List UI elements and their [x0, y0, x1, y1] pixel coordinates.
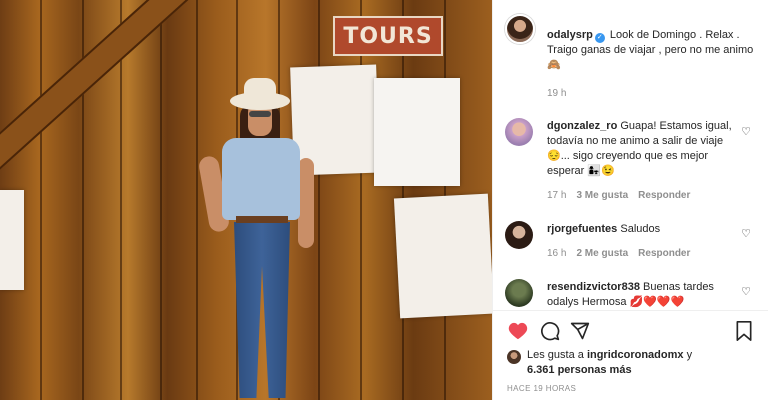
- paper-notice: [374, 78, 460, 186]
- post-time[interactable]: 19 h: [547, 88, 566, 99]
- action-bar: [505, 318, 757, 344]
- commenter-avatar[interactable]: [505, 118, 533, 146]
- paper-notice: [0, 190, 24, 290]
- comment-icon[interactable]: [537, 318, 563, 344]
- instagram-post: TOURS odalysrp ✓ Look de Domingo . Relax …: [0, 0, 768, 400]
- divider: [493, 310, 768, 311]
- share-icon[interactable]: [567, 318, 593, 344]
- woman-figure: [197, 78, 320, 400]
- author-avatar[interactable]: [505, 14, 535, 44]
- liker-username[interactable]: ingridcoronadomx: [587, 349, 684, 361]
- reply-button[interactable]: Responder: [638, 190, 690, 201]
- comment-meta: 17 h 3 Me gusta Responder: [547, 190, 700, 201]
- reply-button[interactable]: Responder: [638, 248, 690, 259]
- paper-notice: [393, 193, 492, 319]
- commenter-username[interactable]: dgonzalez_ro: [547, 120, 617, 132]
- commenter-avatar[interactable]: [505, 279, 533, 307]
- heart-outline-icon[interactable]: ♡: [740, 228, 752, 240]
- commenter-username[interactable]: resendizvictor838: [547, 281, 640, 293]
- bookmark-icon[interactable]: [731, 318, 757, 344]
- heart-outline-icon[interactable]: ♡: [740, 286, 752, 298]
- tours-sign: TOURS: [333, 16, 443, 56]
- comment-text: rjorgefuentes Saludos: [547, 223, 661, 235]
- comment-text: resendizvictor838 Buenas tardes odalys H…: [547, 281, 714, 308]
- commenter-avatar[interactable]: [505, 221, 533, 249]
- likes-summary: Les gusta a ingridcoronadomx y 6.361 per…: [507, 348, 757, 378]
- comment-time[interactable]: 16 h: [547, 248, 566, 259]
- comment-meta: 16 h 2 Me gusta Responder: [547, 248, 700, 259]
- comment-likes[interactable]: 3 Me gusta: [576, 190, 628, 201]
- likes-count[interactable]: 6.361 personas más: [527, 364, 632, 376]
- commenter-username[interactable]: rjorgefuentes: [547, 223, 617, 235]
- author-username[interactable]: odalysrp: [547, 29, 593, 41]
- post-photo[interactable]: TOURS: [0, 0, 492, 400]
- comment-time[interactable]: 17 h: [547, 190, 566, 201]
- post-sidebar: odalysrp ✓ Look de Domingo . Relax . Trai…: [492, 0, 768, 400]
- comment-text: dgonzalez_ro Guapa! Estamos igual, todav…: [547, 120, 732, 177]
- heart-outline-icon[interactable]: ♡: [740, 126, 752, 138]
- verified-badge-icon: ✓: [594, 33, 605, 43]
- post-timestamp[interactable]: HACE 19 HORAS: [507, 384, 576, 393]
- comment-likes[interactable]: 2 Me gusta: [576, 248, 628, 259]
- liker-avatar[interactable]: [507, 350, 521, 364]
- heart-filled-icon[interactable]: [505, 318, 531, 344]
- post-caption: odalysrp ✓ Look de Domingo . Relax . Trai…: [547, 28, 755, 73]
